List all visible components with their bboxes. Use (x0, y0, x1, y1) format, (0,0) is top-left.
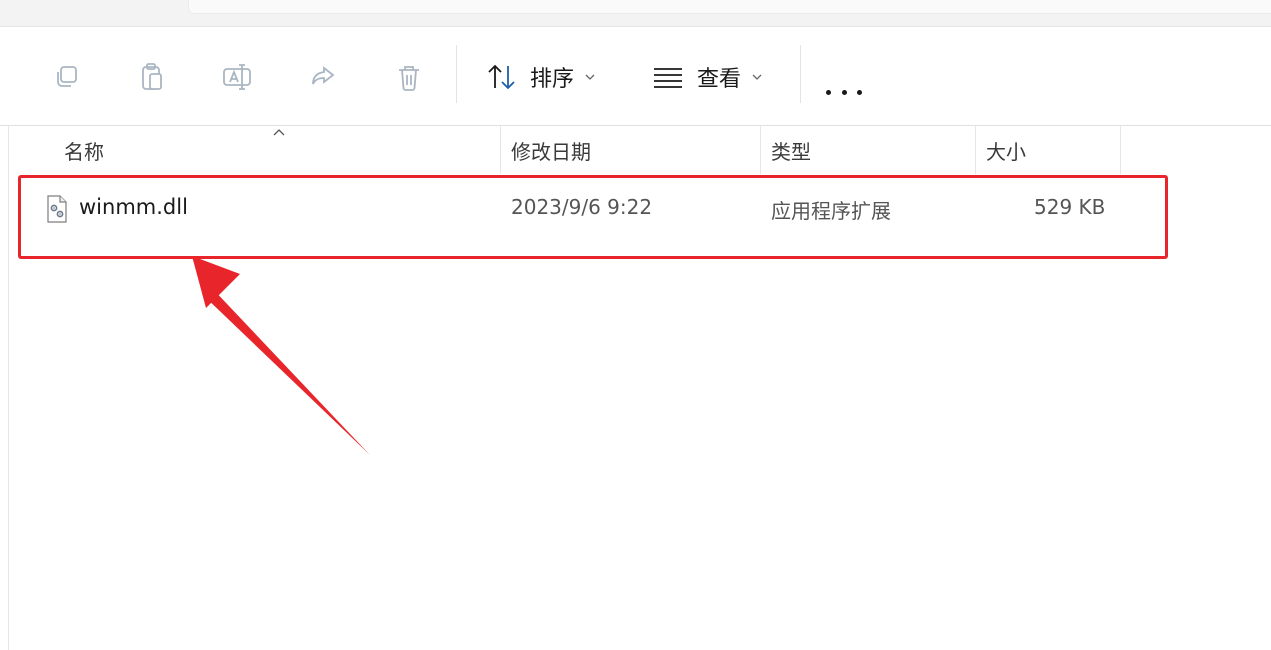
column-divider[interactable] (500, 126, 501, 174)
file-row[interactable]: winmm.dll 2023/9/6 9:22 应用程序扩展 529 KB (20, 177, 1165, 257)
more-options-button[interactable] (826, 87, 862, 97)
column-header-row: 名称 修改日期 类型 大小 (0, 126, 1271, 174)
dll-file-icon (47, 195, 67, 223)
view-list-icon (654, 68, 682, 88)
chevron-down-icon (585, 74, 595, 80)
sort-button[interactable]: 排序 (486, 59, 596, 95)
delete-button[interactable] (387, 55, 431, 99)
dot (841, 89, 847, 95)
address-bar-area (0, 0, 1271, 27)
file-size: 529 KB (1034, 195, 1106, 219)
column-divider[interactable] (1120, 126, 1121, 174)
toolbar-separator (456, 45, 457, 103)
share-icon (312, 66, 335, 85)
file-modified: 2023/9/6 9:22 (511, 195, 653, 219)
chevron-down-icon (752, 74, 762, 80)
file-explorer-window: 排序 查看 名称 修改日期 类型 大小 winmm.dll 2023/9/6 9… (0, 0, 1271, 650)
paste-button[interactable] (130, 55, 174, 99)
share-button[interactable] (301, 55, 345, 99)
sort-icon (488, 64, 515, 90)
rename-icon (223, 64, 251, 90)
dot (826, 89, 831, 95)
file-name: winmm.dll (79, 195, 188, 219)
copy-button[interactable] (44, 55, 88, 99)
sort-label: 排序 (530, 67, 575, 92)
rename-button[interactable] (215, 55, 259, 99)
column-divider[interactable] (760, 126, 761, 174)
dot (857, 89, 862, 95)
copy-icon (57, 66, 77, 87)
command-bar: 排序 查看 (0, 27, 1271, 126)
column-header-type[interactable]: 类型 (771, 126, 811, 174)
toolbar-separator (800, 45, 801, 103)
address-bar[interactable] (188, 0, 1271, 14)
view-button[interactable]: 查看 (653, 59, 763, 95)
file-type: 应用程序扩展 (771, 199, 891, 223)
column-header-modified[interactable]: 修改日期 (511, 126, 591, 174)
column-header-size[interactable]: 大小 (986, 126, 1026, 174)
paste-icon (142, 63, 162, 90)
sort-ascending-icon (273, 129, 285, 136)
annotation-arrow-icon (192, 256, 370, 455)
column-header-name[interactable]: 名称 (64, 126, 104, 174)
delete-icon (399, 66, 419, 91)
view-label: 查看 (697, 67, 742, 92)
column-divider[interactable] (975, 126, 976, 174)
pane-divider (8, 126, 9, 650)
